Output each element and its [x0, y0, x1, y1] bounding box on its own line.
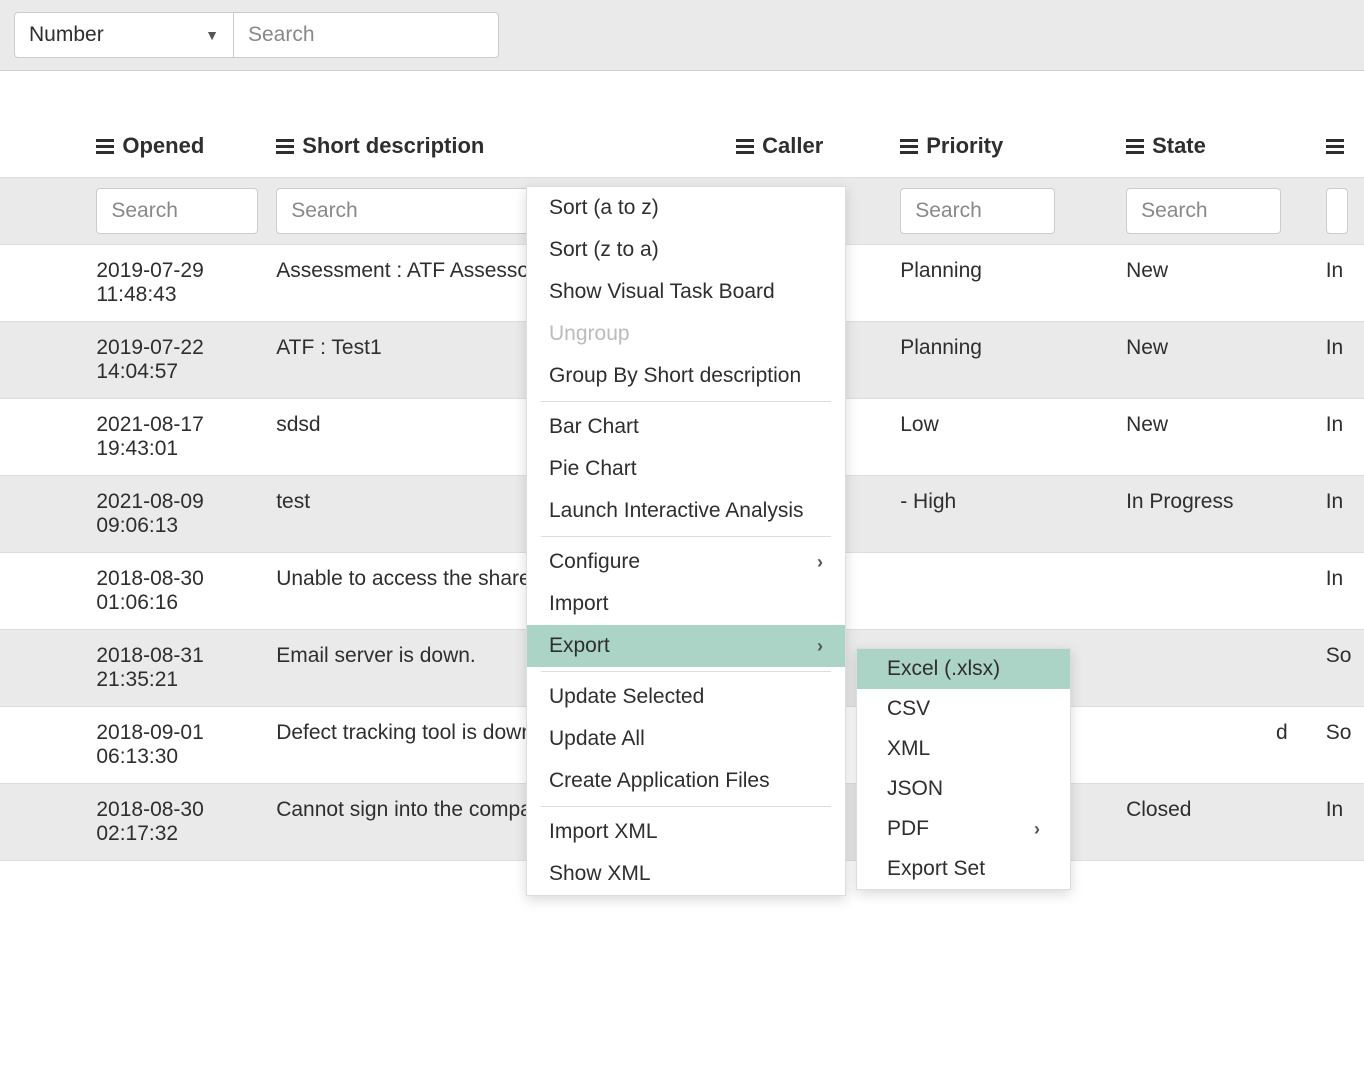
menu-pie-chart[interactable]: Pie Chart: [527, 448, 845, 490]
menu-group-by[interactable]: Group By Short description: [527, 355, 845, 397]
hamburger-icon: [96, 139, 114, 154]
cell-extra: So: [1318, 630, 1364, 707]
cell-opened: 2018-08-30 01:06:16: [44, 553, 266, 630]
cell-state: Closed: [1118, 784, 1318, 861]
column-context-menu: Sort (a to z) Sort (z to a) Show Visual …: [526, 186, 846, 896]
column-header-caller[interactable]: Caller: [671, 133, 888, 159]
search-opened[interactable]: [96, 188, 258, 234]
menu-create-application-files[interactable]: Create Application Files: [527, 760, 845, 802]
submenu-pdf[interactable]: PDF ›: [857, 809, 1070, 849]
hamburger-icon: [276, 139, 294, 154]
cell-state: [1118, 553, 1318, 630]
menu-divider: [541, 401, 831, 402]
cell-extra: In: [1318, 784, 1364, 861]
menu-ungroup: Ungroup: [527, 313, 845, 355]
menu-update-selected[interactable]: Update Selected: [527, 676, 845, 718]
search-priority[interactable]: [900, 188, 1055, 234]
chevron-right-icon: ›: [817, 552, 823, 573]
column-header-label: Caller: [762, 133, 823, 159]
cell-opened: 2018-08-30 02:17:32: [44, 784, 266, 861]
filter-bar: Number ▼: [0, 0, 1364, 71]
cell-state: New: [1118, 322, 1318, 399]
submenu-json[interactable]: JSON: [857, 769, 1070, 809]
column-header-extra[interactable]: [1326, 139, 1356, 154]
chevron-right-icon: ›: [817, 636, 823, 657]
cell-opened: 2019-07-22 14:04:57: [44, 322, 266, 399]
search-state[interactable]: [1126, 188, 1281, 234]
cell-state: [1118, 630, 1318, 707]
cell-opened: 2018-08-31 21:35:21: [44, 630, 266, 707]
menu-import-xml[interactable]: Import XML: [527, 811, 845, 853]
cell-priority: Low: [896, 399, 1118, 476]
menu-show-xml[interactable]: Show XML: [527, 853, 845, 895]
cell-opened: 2019-07-29 11:48:43: [44, 245, 266, 322]
cell-opened: 2021-08-17 19:43:01: [44, 399, 266, 476]
hamburger-icon: [900, 139, 918, 154]
cell-priority: - High: [896, 476, 1118, 553]
cell-priority: Planning: [896, 245, 1118, 322]
menu-bar-chart[interactable]: Bar Chart: [527, 406, 845, 448]
filter-field-select[interactable]: Number ▼: [14, 12, 234, 58]
cell-extra: In: [1318, 476, 1364, 553]
cell-priority: [896, 553, 1118, 630]
export-submenu: Excel (.xlsx) CSV XML JSON PDF › Export …: [856, 648, 1071, 890]
menu-divider: [541, 806, 831, 807]
filter-search-input[interactable]: [234, 12, 499, 58]
cell-state: New: [1118, 245, 1318, 322]
menu-divider: [541, 671, 831, 672]
hamburger-icon: [736, 139, 754, 154]
column-header-short-description[interactable]: Short description: [276, 133, 655, 159]
column-header-label: Short description: [302, 133, 484, 159]
cell-opened: 2021-08-09 09:06:13: [44, 476, 266, 553]
hamburger-icon: [1326, 139, 1344, 154]
cell-priority: Planning: [896, 322, 1118, 399]
hamburger-icon: [1126, 139, 1144, 154]
cell-opened: 2018-09-01 06:13:30: [44, 707, 266, 784]
menu-sort-az[interactable]: Sort (a to z): [527, 187, 845, 229]
menu-launch-analysis[interactable]: Launch Interactive Analysis: [527, 490, 845, 532]
submenu-xml[interactable]: XML: [857, 729, 1070, 769]
cell-extra: In: [1318, 399, 1364, 476]
cell-extra: In: [1318, 553, 1364, 630]
cell-state: In Progress: [1118, 476, 1318, 553]
cell-state: New: [1118, 399, 1318, 476]
filter-field-value: Number: [29, 23, 104, 47]
search-extra[interactable]: [1326, 188, 1348, 234]
menu-import[interactable]: Import: [527, 583, 845, 625]
column-header-label: Opened: [122, 133, 204, 159]
menu-divider: [541, 536, 831, 537]
table-header-row: Opened Short description Caller Priority: [0, 123, 1364, 178]
chevron-down-icon: ▼: [205, 27, 219, 43]
submenu-excel[interactable]: Excel (.xlsx): [857, 649, 1070, 689]
submenu-csv[interactable]: CSV: [857, 689, 1070, 729]
menu-show-visual-task-board[interactable]: Show Visual Task Board: [527, 271, 845, 313]
column-header-priority[interactable]: Priority: [900, 133, 1110, 159]
submenu-export-set[interactable]: Export Set: [857, 849, 1070, 889]
menu-configure[interactable]: Configure ›: [527, 541, 845, 583]
cell-extra: In: [1318, 245, 1364, 322]
column-header-label: Priority: [926, 133, 1003, 159]
cell-extra: So: [1318, 707, 1364, 784]
cell-state: d: [1118, 707, 1318, 784]
menu-update-all[interactable]: Update All: [527, 718, 845, 760]
column-header-opened[interactable]: Opened: [96, 133, 258, 159]
menu-export[interactable]: Export ›: [527, 625, 845, 667]
column-header-state[interactable]: State: [1126, 133, 1310, 159]
chevron-right-icon: ›: [1034, 819, 1040, 840]
menu-sort-za[interactable]: Sort (z to a): [527, 229, 845, 271]
cell-extra: In: [1318, 322, 1364, 399]
column-header-label: State: [1152, 133, 1206, 159]
